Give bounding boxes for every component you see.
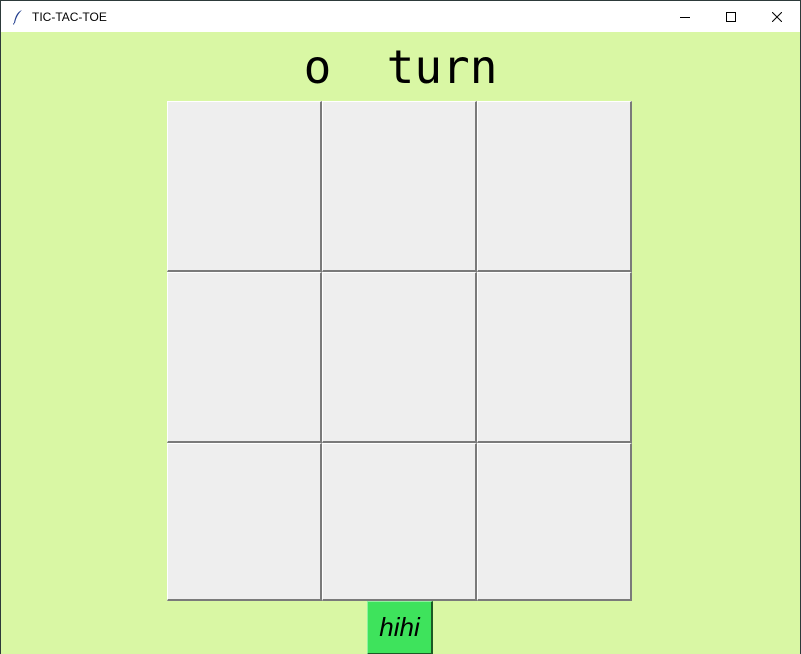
board-cell-7[interactable] [167,443,322,601]
turn-status-label: o turn [303,40,498,94]
title-bar: TIC-TAC-TOE [1,1,800,32]
maximize-icon [726,11,736,22]
board-cell-4[interactable] [167,272,322,443]
board-cell-6[interactable] [477,272,632,443]
feather-icon [10,9,26,25]
window-controls [662,1,800,32]
game-board [167,101,632,601]
close-button[interactable] [754,1,800,32]
window-title: TIC-TAC-TOE [32,9,107,24]
board-cell-1[interactable] [167,101,322,272]
minimize-button[interactable] [662,1,708,32]
board-cell-3[interactable] [477,101,632,272]
board-cell-5[interactable] [322,272,477,443]
app-window: TIC-TAC-TOE o turn hihi [0,0,801,654]
board-cell-2[interactable] [322,101,477,272]
restart-button[interactable]: hihi [367,601,433,654]
board-cell-8[interactable] [322,443,477,601]
board-cell-9[interactable] [477,443,632,601]
maximize-button[interactable] [708,1,754,32]
minimize-icon [680,16,690,18]
close-icon [772,11,782,22]
